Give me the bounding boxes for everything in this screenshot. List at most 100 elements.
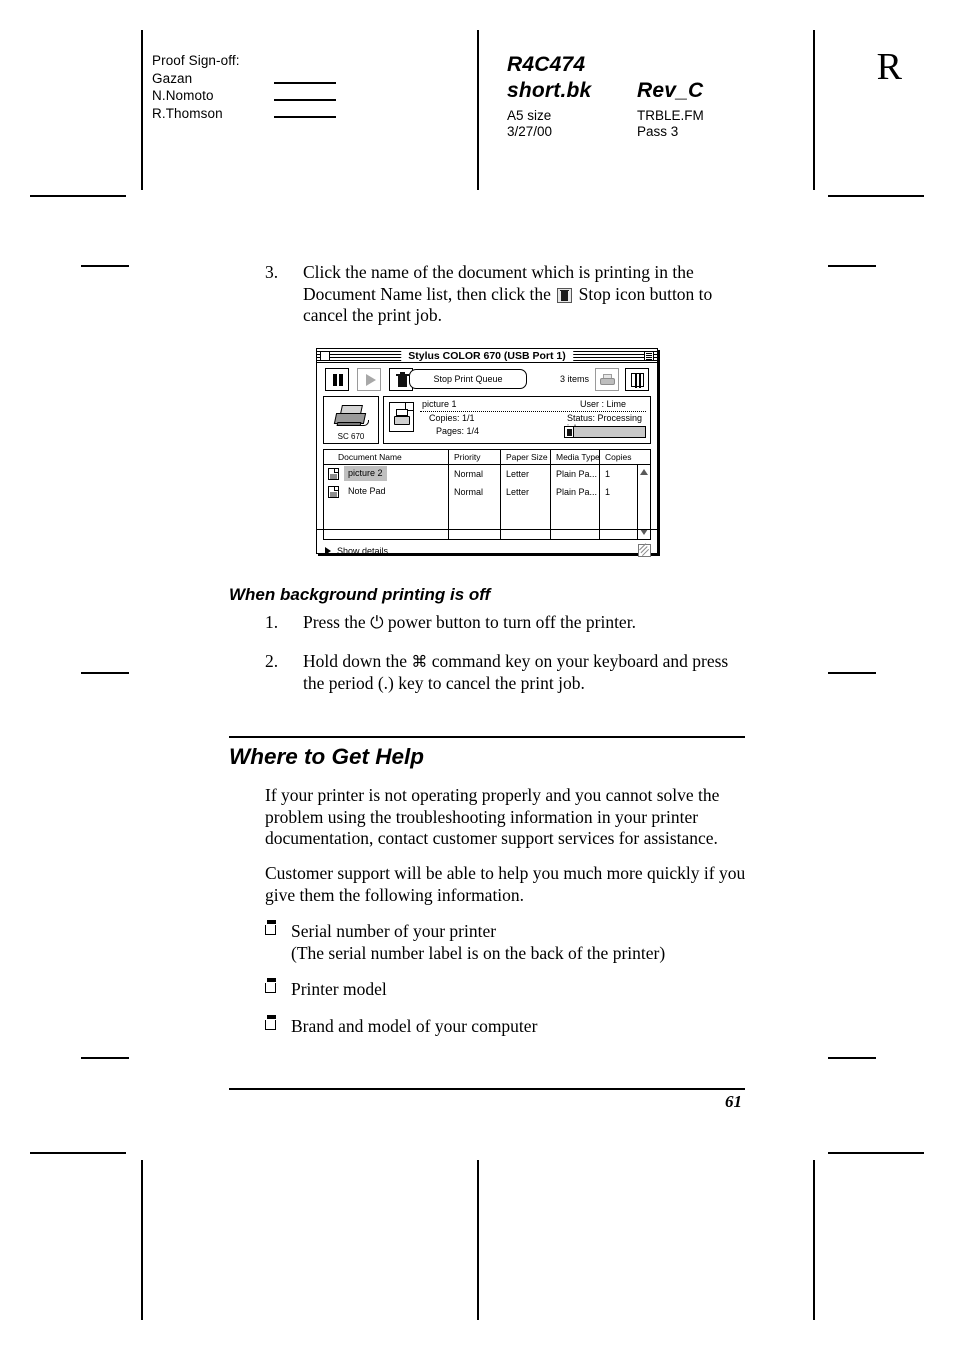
crop-mark-bottom-center-vertical bbox=[477, 1160, 479, 1320]
bg-step-2-text-part1: Hold down the bbox=[303, 651, 408, 671]
doc-file: short.bk bbox=[507, 79, 592, 102]
list-scrollbar[interactable] bbox=[637, 465, 650, 539]
trash-stop-icon bbox=[557, 287, 573, 303]
print-queue-window[interactable]: Stylus COLOR 670 (USB Port 1) Stop Print… bbox=[316, 348, 658, 557]
signoff-name-1: N.Nomoto bbox=[152, 88, 214, 103]
window-title: Stylus COLOR 670 (USB Port 1) bbox=[401, 349, 573, 362]
signoff-rule-1 bbox=[274, 99, 336, 101]
bg-step-1-text: Press the ⏻ power button to turn off the… bbox=[303, 612, 750, 635]
signoff-name-0: Gazan bbox=[152, 70, 193, 86]
reg-mark-left-bottom bbox=[81, 1057, 129, 1059]
doc-revision: Rev_C bbox=[637, 79, 704, 102]
printer-icon bbox=[333, 402, 370, 428]
current-job-copies: Copies: 1/1 bbox=[429, 413, 475, 423]
document-list-header: Document Name Priority Paper Size Media … bbox=[324, 450, 650, 465]
job-progress-bar bbox=[564, 426, 646, 438]
reg-mark-left-top bbox=[81, 265, 129, 267]
stop-print-queue-button[interactable]: Stop Print Queue bbox=[409, 369, 527, 389]
column-header-media-type[interactable]: Media Type bbox=[552, 450, 600, 464]
signoff-rule-0 bbox=[274, 82, 336, 84]
crop-mark-right-lower bbox=[828, 1152, 924, 1154]
resize-grow-box-icon[interactable] bbox=[638, 544, 651, 557]
row-priority: Normal bbox=[454, 469, 484, 479]
columns-button[interactable] bbox=[625, 368, 649, 391]
table-row[interactable]: picture 2 Normal Letter Plain Pa... 1 bbox=[324, 465, 650, 483]
print-selection-button[interactable] bbox=[595, 368, 619, 391]
column-header-document-name[interactable]: Document Name bbox=[334, 450, 402, 464]
document-list[interactable]: Document Name Priority Paper Size Media … bbox=[323, 449, 651, 540]
bg-step-1-text-part1: Press the bbox=[303, 612, 366, 632]
signoff-rule-2 bbox=[274, 116, 336, 118]
document-icon bbox=[328, 468, 339, 480]
reg-mark-left-mid bbox=[81, 672, 129, 674]
crop-mark-bottom-left-vertical bbox=[141, 1160, 143, 1320]
doc-date: 3/27/00 bbox=[507, 124, 553, 139]
play-icon bbox=[358, 369, 380, 390]
row-document-name[interactable]: picture 2 bbox=[344, 466, 387, 481]
resume-button[interactable] bbox=[357, 368, 381, 391]
proof-signoff-block: Proof Sign-off: Gazan N.Nomoto R.Thomson bbox=[152, 52, 240, 122]
bg-step-2-number: 2. bbox=[265, 651, 279, 671]
proof-signoff-title: Proof Sign-off: bbox=[152, 53, 240, 68]
signoff-name-2: R.Thomson bbox=[152, 105, 223, 121]
job-info-panel: picture 1 User : Lime Copies: 1/1 Status… bbox=[383, 396, 651, 444]
column-header-priority[interactable]: Priority bbox=[450, 450, 480, 464]
bullet-square-icon bbox=[265, 1015, 276, 1030]
current-job-user: User : Lime bbox=[580, 399, 627, 409]
bg-step-1-number: 1. bbox=[265, 612, 279, 632]
row-paper-size: Letter bbox=[506, 469, 530, 479]
collapse-box-icon[interactable] bbox=[644, 351, 654, 361]
help-bullet-0-text: Serial number of your printer (The seria… bbox=[291, 921, 666, 963]
pause-icon bbox=[326, 369, 348, 390]
row-document-name[interactable]: Note Pad bbox=[344, 484, 390, 499]
page-number: 61 bbox=[725, 1092, 742, 1111]
window-body: Stop Print Queue 3 items SC 670 picture … bbox=[317, 363, 657, 563]
scroll-up-arrow-icon[interactable] bbox=[638, 466, 650, 478]
current-job-pages: Pages: 1/4 bbox=[436, 426, 480, 436]
help-paragraph-2: Customer support will be able to help yo… bbox=[265, 863, 746, 905]
column-divider-2 bbox=[500, 450, 501, 464]
job-info-divider bbox=[420, 411, 646, 412]
help-bullet-2: Brand and model of your computer bbox=[265, 1015, 750, 1038]
bg-step-2: 2. Hold down the ⌘ command key on your k… bbox=[265, 651, 750, 694]
bg-step-1: 1. Press the ⏻ power button to turn off … bbox=[265, 612, 750, 635]
power-symbol-icon: ⏻ bbox=[370, 613, 384, 633]
bg-step-1-text-part2: power button to turn off the printer. bbox=[387, 612, 636, 632]
row-media-type: Plain Pa... bbox=[556, 469, 598, 479]
columns-icon bbox=[626, 369, 648, 390]
window-footer: Show details bbox=[323, 544, 651, 559]
row-copies: 1 bbox=[605, 487, 611, 497]
subheading-background-printing: When background printing is off bbox=[229, 585, 491, 604]
reg-mark-right-top bbox=[828, 265, 876, 267]
revision-letter-mark: R bbox=[876, 46, 902, 88]
pause-button[interactable] bbox=[325, 368, 349, 391]
doc-paper-size: A5 size bbox=[507, 108, 552, 123]
crop-mark-left-upper bbox=[30, 195, 126, 197]
column-header-copies[interactable]: Copies bbox=[601, 450, 631, 464]
scroll-down-arrow-icon[interactable] bbox=[638, 526, 650, 538]
bg-step-2-text: Hold down the ⌘ command key on your keyb… bbox=[303, 651, 750, 694]
crop-mark-bottom-right-vertical bbox=[813, 1160, 815, 1320]
current-job-status: SC 670 picture 1 User : Lime Copies: 1/1… bbox=[323, 396, 651, 444]
close-box-icon[interactable] bbox=[320, 351, 330, 361]
doc-pass: Pass 3 bbox=[637, 124, 679, 139]
window-title-bar[interactable]: Stylus COLOR 670 (USB Port 1) bbox=[317, 349, 657, 363]
step-3-text: Click the name of the document which is … bbox=[303, 262, 750, 327]
print-selection-icon bbox=[596, 369, 618, 390]
crop-mark-left-lower bbox=[30, 1152, 126, 1154]
help-bullet-0: Serial number of your printer (The seria… bbox=[265, 920, 750, 964]
disclosure-triangle-icon[interactable] bbox=[325, 547, 331, 555]
show-details-toggle[interactable]: Show details bbox=[337, 544, 388, 559]
step-3: 3. Click the name of the document which … bbox=[265, 262, 750, 327]
row-media-type: Plain Pa... bbox=[556, 487, 598, 497]
doc-code: R4C474 bbox=[507, 53, 586, 76]
section-heading-where-to-get-help: Where to Get Help bbox=[229, 744, 425, 769]
command-key-icon: ⌘ bbox=[411, 652, 428, 671]
page-header: Proof Sign-off: Gazan N.Nomoto R.Thomson… bbox=[0, 0, 954, 190]
bullet-square-icon bbox=[265, 978, 276, 993]
table-row[interactable]: Note Pad Normal Letter Plain Pa... 1 bbox=[324, 483, 650, 501]
column-divider-3 bbox=[550, 450, 551, 464]
column-header-paper-size[interactable]: Paper Size bbox=[502, 450, 548, 464]
step-3-number: 3. bbox=[265, 262, 279, 282]
bullet-square-icon bbox=[265, 920, 276, 935]
